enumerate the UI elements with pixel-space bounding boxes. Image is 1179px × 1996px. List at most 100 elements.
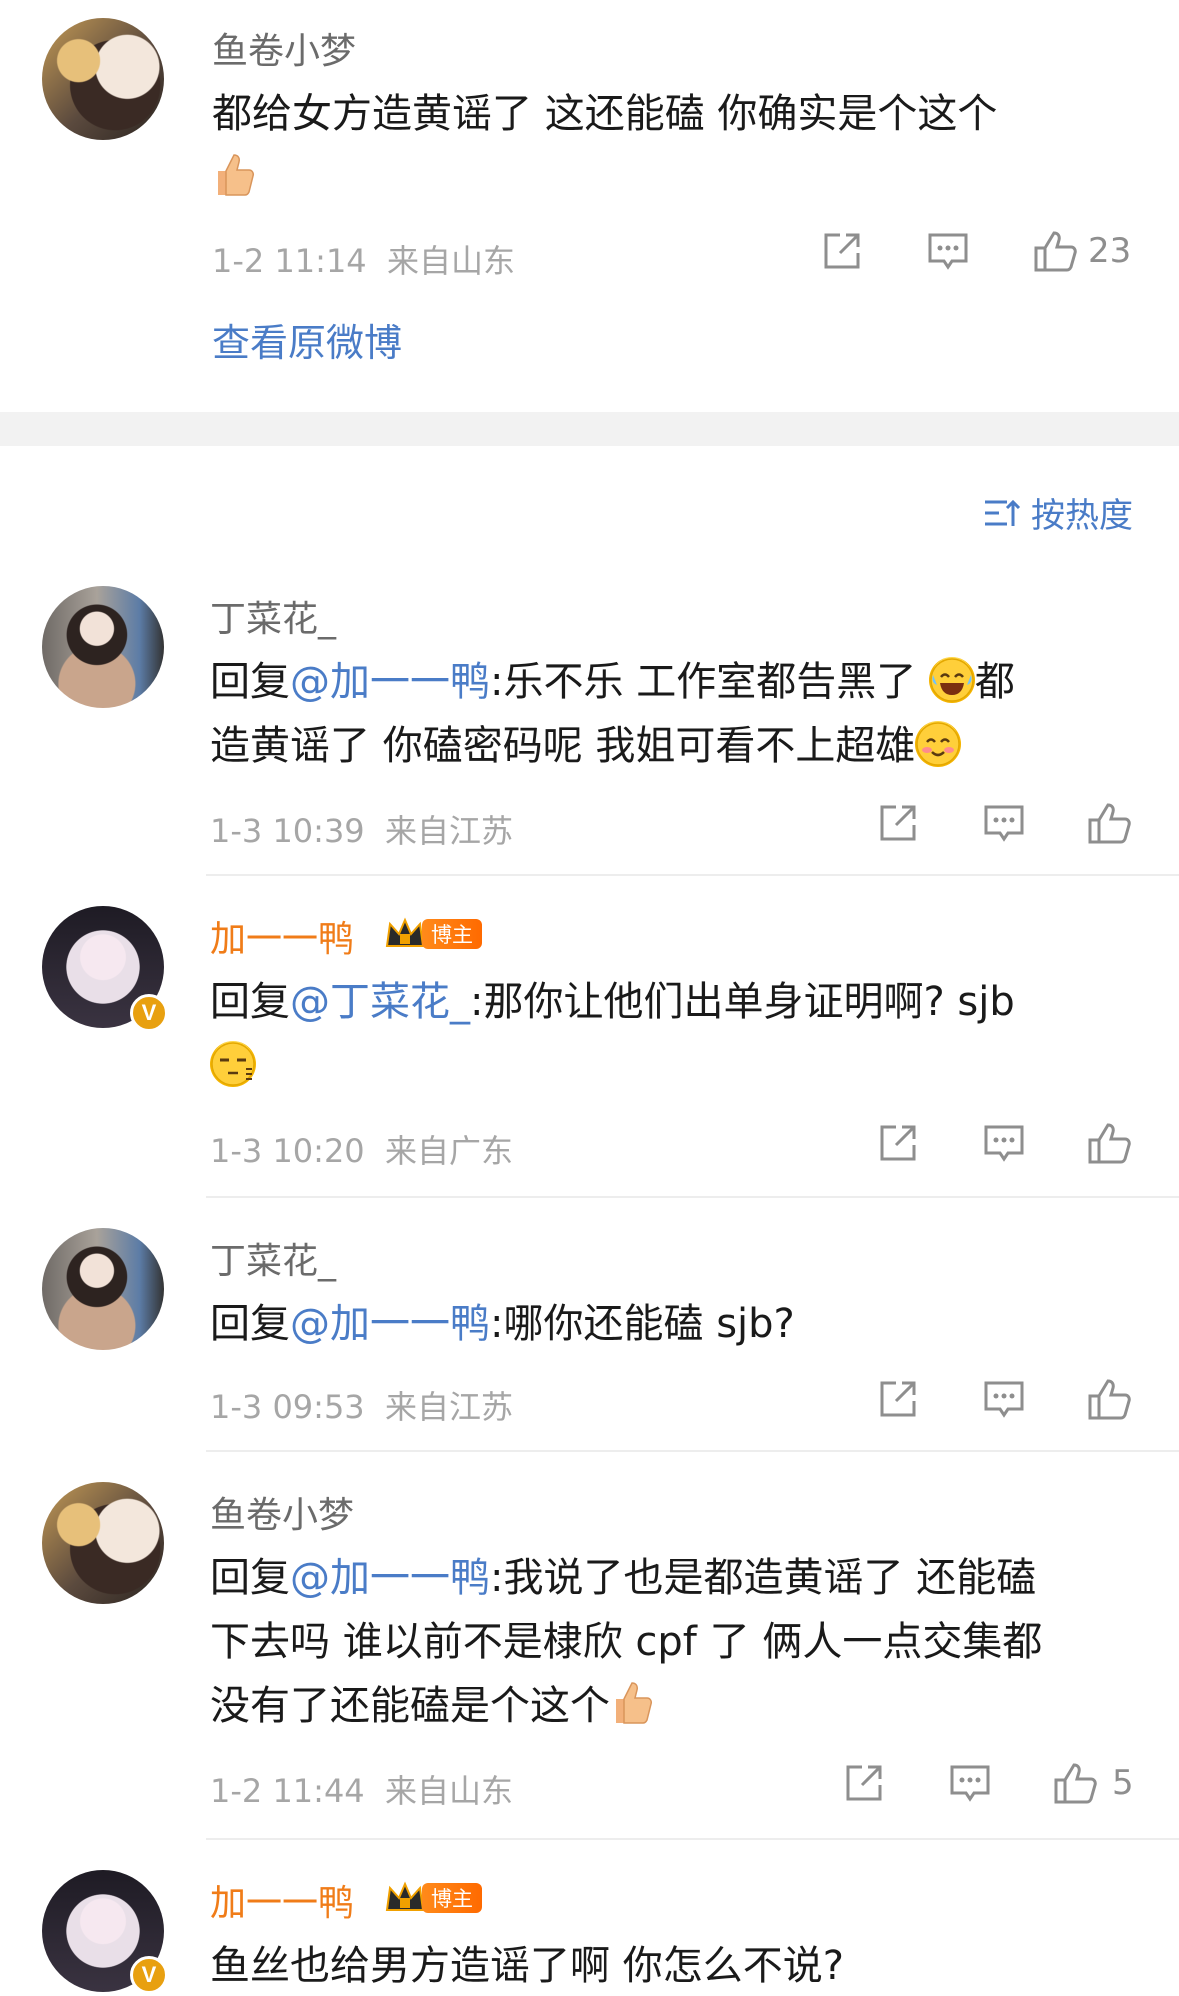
reply-username[interactable]: 加一一鸭 (210, 1874, 354, 1926)
blogger-tag: 博主 (422, 919, 482, 949)
reply-prefix: 回复 (210, 979, 290, 1025)
mention-link[interactable]: @加一一鸭 (290, 1555, 490, 1601)
share-icon (846, 1765, 882, 1801)
reply-meta: 1-3 09:53 来自江苏 (210, 1382, 513, 1428)
mention-link[interactable]: @加一一鸭 (290, 1301, 490, 1347)
reply-location: 来自江苏 (385, 812, 514, 850)
comment-icon (984, 1125, 1024, 1162)
comment-body: 都给女方造黄谣了 这还能磕 你确实是个这个 (212, 91, 998, 137)
reply-time: 1-2 11:44 (210, 1772, 365, 1810)
comment-icon (984, 805, 1024, 842)
reply-username[interactable]: 丁菜花_ (210, 590, 336, 642)
reply-text: 回复@加一一鸭:我说了也是都造黄谣了 还能磕 下去吗 谁以前不是棣欣 cpf 了… (210, 1546, 1160, 1738)
reply-text: 回复@加一一鸭:乐不乐 工作室都告黑了 都 造黄谣了 你磕密码呢 我姐可看不上超… (210, 650, 1140, 778)
comment-location: 来自山东 (387, 242, 516, 280)
avatar[interactable] (42, 18, 164, 140)
reply-body: 都 (974, 659, 1015, 705)
blogger-badge: 博主 (384, 916, 482, 952)
reply-location: 来自广东 (385, 1132, 514, 1170)
share-button[interactable] (876, 1121, 920, 1165)
reply-actions: 5 (842, 1760, 1134, 1806)
reply-body: :哪你还能磕 sjb? (490, 1301, 795, 1347)
like-icon (1054, 1763, 1097, 1804)
like-button[interactable] (1086, 1376, 1134, 1422)
row-divider (206, 1196, 1179, 1198)
reply-actions (876, 1120, 1134, 1166)
mention-link[interactable]: @丁菜花_ (290, 979, 470, 1025)
comment-button[interactable] (982, 1121, 1026, 1165)
share-button[interactable] (876, 801, 920, 845)
comment-username[interactable]: 鱼卷小梦 (212, 22, 356, 74)
share-button[interactable] (820, 229, 864, 273)
reply-meta: 1-3 10:39 来自江苏 (210, 806, 513, 852)
comment-actions: 23 (820, 228, 1131, 274)
like-button[interactable]: 23 (1032, 228, 1131, 274)
reply-actions (876, 1376, 1134, 1422)
comment-time: 1-2 11:14 (212, 242, 367, 280)
share-icon (824, 233, 860, 269)
reply-text: 鱼丝也给男方造谣了啊 你怎么不说? (210, 1934, 1140, 1996)
reply-time: 1-3 10:20 (210, 1132, 365, 1170)
blogger-tag: 博主 (422, 1883, 482, 1913)
like-icon (1088, 1123, 1131, 1164)
comment-meta: 1-2 11:14 来自山东 (212, 236, 515, 282)
share-icon (880, 805, 916, 841)
view-original-link[interactable]: 查看原微博 (212, 312, 402, 367)
share-icon (880, 1125, 916, 1161)
share-icon (880, 1381, 916, 1417)
reply-username[interactable]: 加一一鸭 (210, 910, 354, 962)
comment-text: 都给女方造黄谣了 这还能磕 你确实是个这个 (212, 82, 1132, 210)
reply-body: 没有了还能磕是个这个 (210, 1683, 610, 1729)
laugh-cry-emoji-icon (928, 657, 975, 703)
comment-icon (950, 1765, 990, 1802)
comment-icon (984, 1381, 1024, 1418)
reply-prefix: 回复 (210, 659, 290, 705)
comment-icon (928, 233, 968, 270)
blogger-badge: 博主 (384, 1880, 482, 1916)
reply-prefix: 回复 (210, 1555, 290, 1601)
row-divider (206, 874, 1179, 876)
reply-text: 回复@加一一鸭:哪你还能磕 sjb? (210, 1292, 1140, 1356)
like-button[interactable] (1086, 1120, 1134, 1166)
comment-button[interactable] (926, 229, 970, 273)
sort-icon (985, 499, 1021, 526)
sort-label: 按热度 (1031, 496, 1133, 536)
like-icon (1088, 803, 1131, 844)
avatar[interactable] (42, 586, 164, 708)
like-count: 23 (1088, 231, 1132, 271)
like-icon (1088, 1379, 1131, 1420)
section-divider (0, 412, 1179, 446)
avatar[interactable] (42, 1228, 164, 1350)
share-button[interactable] (876, 1377, 920, 1421)
like-button[interactable] (1086, 800, 1134, 846)
comment-button[interactable] (982, 1377, 1026, 1421)
comment-button[interactable] (982, 801, 1026, 845)
reply-location: 来自山东 (385, 1772, 514, 1810)
like-icon (1034, 231, 1077, 272)
reply-body: 鱼丝也给男方造谣了啊 你怎么不说? (210, 1943, 844, 1989)
reply-body: :那你让他们出单身证明啊? sjb (470, 979, 1015, 1025)
reply-text: 回复@丁菜花_:那你让他们出单身证明啊? sjb (210, 970, 1140, 1098)
reply-meta: 1-3 10:20 来自广东 (210, 1126, 513, 1172)
thumbs-up-emoji-icon (212, 149, 256, 199)
like-count: 5 (1112, 1763, 1134, 1803)
sort-toggle[interactable]: 按热度 (983, 488, 1133, 537)
reply-username[interactable]: 丁菜花_ (210, 1232, 336, 1284)
reply-body: 下去吗 谁以前不是棣欣 cpf 了 俩人一点交集都 (210, 1619, 1043, 1665)
comment-button[interactable] (948, 1761, 992, 1805)
reply-body: 造黄谣了 你磕密码呢 我姐可看不上超雄 (210, 723, 916, 769)
row-divider (206, 1450, 1179, 1452)
share-button[interactable] (842, 1761, 886, 1805)
verified-badge-icon: V (130, 994, 168, 1032)
mention-link[interactable]: @加一一鸭 (290, 659, 490, 705)
verified-badge-icon: V (130, 1956, 168, 1994)
reply-actions (876, 800, 1134, 846)
reply-username[interactable]: 鱼卷小梦 (210, 1486, 354, 1538)
thumbs-up-emoji-icon (610, 1677, 654, 1727)
crown-icon (385, 917, 425, 947)
reply-location: 来自江苏 (385, 1388, 514, 1426)
smug-emoji-icon (210, 1041, 256, 1087)
avatar[interactable] (42, 1482, 164, 1604)
like-button[interactable]: 5 (1052, 1760, 1134, 1806)
reply-body: :乐不乐 工作室都告黑了 (490, 659, 929, 705)
